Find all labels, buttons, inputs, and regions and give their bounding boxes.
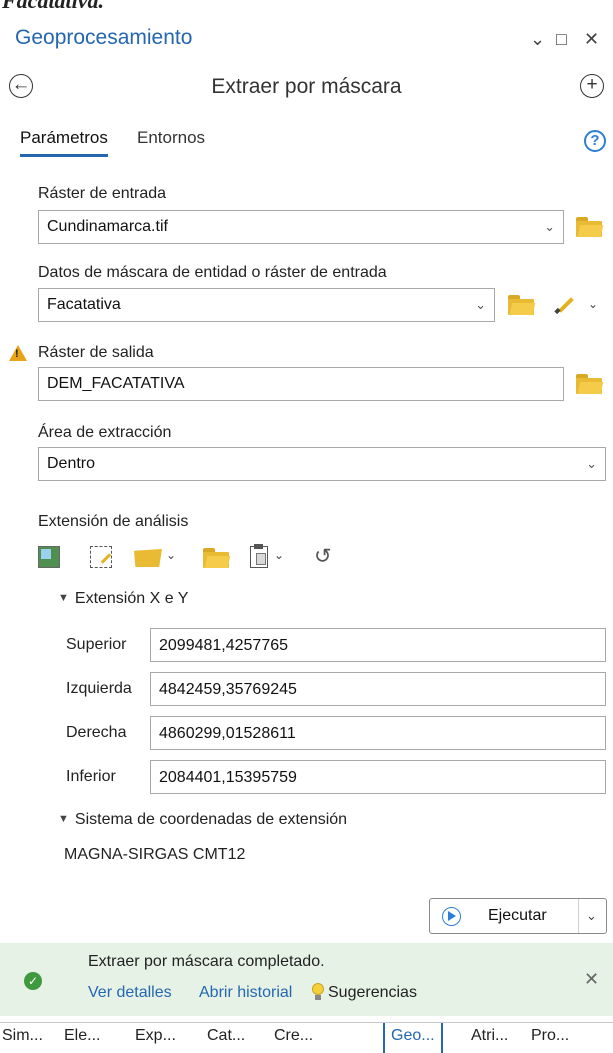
close-icon[interactable]: ✕ (584, 969, 599, 990)
document-heading-text: Facatativa. (2, 0, 105, 13)
checkmark-icon: ✓ (24, 972, 42, 990)
extraction-area-combo[interactable]: Dentro ⌄ (38, 447, 606, 481)
extent-left-label: Izquierda (66, 680, 132, 697)
folder-icon[interactable] (576, 217, 604, 237)
analysis-extent-label: Extensión de análisis (38, 513, 189, 530)
chevron-down-icon[interactable]: ⌄ (586, 908, 597, 924)
bottom-tab[interactable]: Sim... (2, 1027, 43, 1045)
extent-sr-toggle[interactable]: ▼ Sistema de coordenadas de extensión (58, 811, 347, 829)
extent-top-label: Superior (66, 636, 127, 653)
output-raster-label: Ráster de salida (38, 344, 154, 361)
suggestions-link[interactable]: Sugerencias (328, 984, 417, 1002)
lightbulb-icon (311, 983, 325, 1001)
tab-environments[interactable]: Entornos (137, 128, 205, 148)
pane-options-dropdown-icon[interactable]: ⌄ (530, 27, 545, 51)
extraction-area-label: Área de extracción (38, 424, 172, 441)
view-details-link[interactable]: Ver detalles (88, 984, 172, 1002)
tab-parameters[interactable]: Parámetros (20, 128, 108, 157)
play-icon (442, 907, 461, 926)
help-icon[interactable]: ? (584, 130, 606, 152)
status-message: Extraer por máscara completado. (88, 953, 325, 970)
chevron-down-icon[interactable]: ⌄ (475, 297, 486, 313)
folder-icon[interactable] (576, 374, 604, 394)
run-button-divider (578, 899, 579, 933)
pane-close-icon[interactable]: ✕ (584, 27, 599, 51)
bottom-tab[interactable]: Atri... (471, 1027, 508, 1045)
extent-sr-value: MAGNA-SIRGAS CMT12 (64, 846, 246, 863)
document-heading-fragment: Facatativa. (0, 0, 613, 14)
bottom-tab[interactable]: Ele... (64, 1027, 100, 1045)
status-bar: ✓ Extraer por máscara completado. Ver de… (0, 943, 613, 1016)
extent-top-value: 2099481,4257765 (159, 637, 289, 654)
extent-left-value: 4842459,35769245 (159, 681, 297, 698)
chevron-down-icon: ▼ (58, 592, 69, 604)
extent-bottom-label: Inferior (66, 768, 116, 785)
extent-left-field[interactable]: 4842459,35769245 (150, 672, 606, 706)
mask-data-combo[interactable]: Facatativa ⌄ (38, 288, 495, 322)
extent-xy-toggle[interactable]: ▼ Extensión X e Y (58, 590, 188, 608)
bottom-tab[interactable]: Exp... (135, 1027, 176, 1045)
folder-icon[interactable] (508, 295, 536, 315)
tool-header: ← Extraer por máscara + (0, 66, 613, 110)
bottom-tab[interactable]: Pro... (531, 1027, 569, 1045)
add-icon[interactable]: + (580, 74, 604, 98)
bottom-pane-tabs: Sim... Ele... Exp... Cat... Cre... Geo..… (0, 1022, 613, 1053)
extraction-area-value: Dentro (47, 455, 96, 472)
bottom-tab[interactable]: Cre... (274, 1027, 313, 1045)
chevron-down-icon[interactable]: ⌄ (274, 548, 284, 562)
extent-xy-toggle-label: Extensión X e Y (74, 590, 189, 607)
extent-right-field[interactable]: 4860299,01528611 (150, 716, 606, 750)
pane-header: Geoprocesamiento ⌄ □ ✕ (0, 18, 613, 64)
pane-maximize-icon[interactable]: □ (556, 27, 567, 51)
output-raster-value: DEM_FACATATIVA (47, 375, 185, 392)
draw-extent-icon[interactable] (90, 546, 112, 568)
bottom-tab[interactable]: Cat... (207, 1027, 245, 1045)
extent-right-value: 4860299,01528611 (159, 725, 296, 742)
extent-bottom-value: 2084401,15395759 (159, 769, 297, 786)
extent-bottom-field[interactable]: 2084401,15395759 (150, 760, 606, 794)
chevron-down-icon[interactable]: ⌄ (588, 297, 598, 311)
input-raster-label: Ráster de entrada (38, 185, 167, 202)
input-raster-combo[interactable]: Cundinamarca.tif ⌄ (38, 210, 564, 244)
chevron-down-icon[interactable]: ⌄ (586, 456, 597, 472)
polygon-extent-icon[interactable] (134, 549, 162, 567)
layer-extent-icon[interactable] (38, 546, 60, 568)
bottom-tab-active[interactable]: Geo... (383, 1023, 443, 1053)
pencil-icon[interactable] (553, 294, 579, 315)
chevron-down-icon[interactable]: ⌄ (166, 548, 176, 562)
extent-right-label: Derecha (66, 724, 127, 741)
mask-data-value: Facatativa (47, 296, 121, 313)
chevron-down-icon[interactable]: ⌄ (544, 219, 555, 235)
run-button[interactable]: Ejecutar ⌄ (429, 898, 607, 934)
chevron-down-icon: ▼ (58, 813, 69, 825)
browse-extent-icon[interactable] (203, 548, 231, 568)
warning-icon: ! (9, 345, 27, 361)
input-raster-value: Cundinamarca.tif (47, 218, 168, 235)
mask-data-label: Datos de máscara de entidad o ráster de … (38, 264, 387, 281)
extent-sr-toggle-label: Sistema de coordenadas de extensión (74, 811, 348, 828)
tool-title: Extraer por máscara (211, 75, 402, 98)
extent-top-field[interactable]: 2099481,4257765 (150, 628, 606, 662)
output-raster-field[interactable]: DEM_FACATATIVA (38, 367, 564, 401)
run-button-label: Ejecutar (488, 907, 547, 924)
paste-extent-icon[interactable] (250, 544, 268, 568)
reset-extent-icon[interactable]: ↺ (314, 544, 332, 569)
open-history-link[interactable]: Abrir historial (199, 984, 292, 1002)
pane-title: Geoprocesamiento (15, 26, 193, 49)
